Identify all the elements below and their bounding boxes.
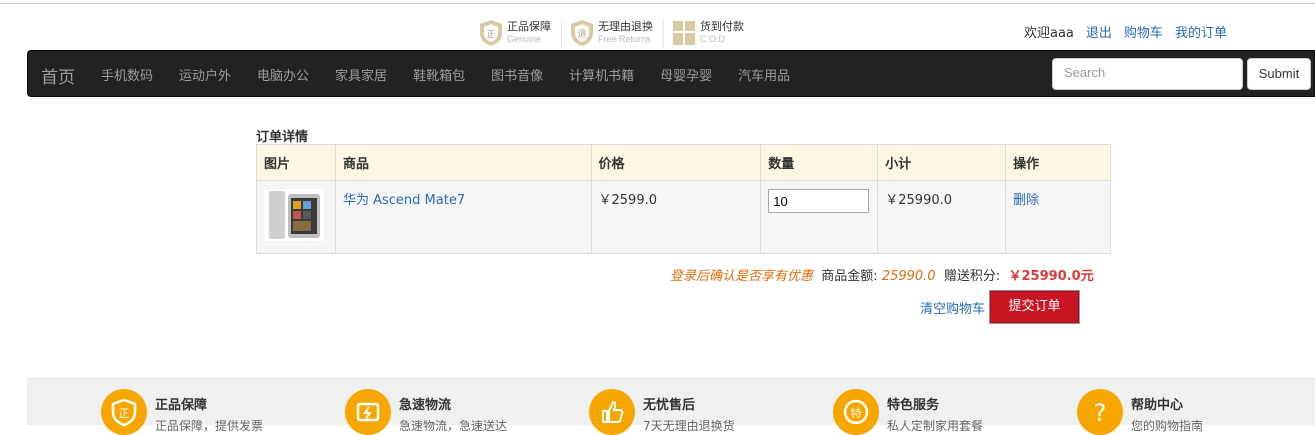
- fast-delivery-icon: [345, 389, 391, 435]
- quantity-input[interactable]: [768, 189, 870, 213]
- cart-table: 图片 商品 价格 数量 小计 操作 华为 Ascend Mate7 ￥2599.…: [256, 144, 1111, 254]
- nav-item-shoes-bags[interactable]: 鞋靴箱包: [413, 65, 465, 84]
- subtotal-cell: ￥25990.0: [877, 180, 1007, 254]
- svg-text:正: 正: [119, 407, 130, 420]
- divider: [561, 18, 562, 48]
- promise-subtitle: Free Returns: [598, 34, 651, 44]
- svg-text:?: ?: [1094, 399, 1107, 427]
- service-title: 无忧售后: [643, 398, 696, 413]
- search-input[interactable]: Search: [1052, 58, 1243, 90]
- quantity-cell: [760, 180, 879, 254]
- table-row: 华为 Ascend Mate7 ￥2599.0 ￥25990.0 删除: [256, 180, 1111, 254]
- total-value: ￥25990.0元: [1008, 269, 1094, 284]
- header-image: 图片: [256, 144, 336, 181]
- amount-value: 25990.0: [881, 269, 936, 284]
- service-title: 帮助中心: [1131, 398, 1184, 413]
- service-title: 急速物流: [399, 398, 452, 413]
- nav-item-outdoor[interactable]: 运动户外: [179, 65, 231, 84]
- svg-text:特: 特: [851, 406, 862, 420]
- product-thumbnail[interactable]: [264, 189, 324, 241]
- header-subtotal: 小计: [877, 144, 1007, 181]
- nav-item-auto[interactable]: 汽车用品: [738, 65, 790, 84]
- divider: [663, 18, 664, 48]
- footer-services: 正 正品保障 正品保障，提供发票 急速物流 急速物流，急速送达 无忧售后 7天无…: [27, 378, 1315, 435]
- shield-return-icon: 退: [571, 20, 593, 46]
- amount-label: 商品金额:: [821, 269, 878, 284]
- svg-text:退: 退: [577, 29, 586, 40]
- promise-title: 无理由退换: [598, 20, 653, 33]
- clear-cart-link[interactable]: 清空购物车: [920, 298, 985, 317]
- header-product: 商品: [334, 144, 592, 181]
- table-header-row: 图片 商品 价格 数量 小计 操作: [256, 144, 1111, 181]
- promise-returns: 退 无理由退换 Free Returns: [570, 18, 653, 48]
- logout-link[interactable]: 退出: [1086, 22, 1112, 41]
- special-service-icon: 特: [833, 389, 879, 435]
- nav-categories: 手机数码 运动户外 电脑办公 家具家居 鞋靴箱包 图书音像 计算机书籍 母婴孕婴…: [101, 65, 816, 84]
- service-desc: 您的购物指南: [1131, 419, 1204, 433]
- service-aftersales: 无忧售后 7天无理由退换货: [589, 389, 735, 435]
- header-quantity: 数量: [760, 144, 879, 181]
- header-price: 价格: [590, 144, 762, 181]
- search-submit-button[interactable]: Submit: [1247, 58, 1311, 90]
- submit-order-button[interactable]: 提交订单: [990, 291, 1079, 323]
- service-special: 特 特色服务 私人定制家用套餐: [833, 389, 983, 435]
- nav-item-phones[interactable]: 手机数码: [101, 65, 153, 84]
- nav-item-computers[interactable]: 电脑办公: [257, 65, 309, 84]
- product-name-cell: 华为 Ascend Mate7: [334, 180, 592, 254]
- nav-item-baby[interactable]: 母婴孕婴: [660, 65, 712, 84]
- nav-item-books-media[interactable]: 图书音像: [491, 65, 543, 84]
- service-desc: 急速物流，急速送达: [399, 419, 508, 433]
- genuine-icon: 正: [101, 389, 147, 435]
- service-desc: 正品保障，提供发票: [155, 419, 264, 433]
- user-links: 欢迎aaa 退出 购物车 我的订单: [1024, 22, 1227, 41]
- thumbs-up-icon: [589, 389, 635, 435]
- points-label: 赠送积分:: [943, 269, 1001, 284]
- product-image-cell: [256, 180, 336, 254]
- price-cell: ￥2599.0: [590, 180, 762, 254]
- service-desc: 私人定制家用套餐: [887, 419, 984, 433]
- nav-item-cs-books[interactable]: 计算机书籍: [569, 65, 634, 84]
- service-genuine: 正 正品保障 正品保障，提供发票: [101, 389, 263, 435]
- product-link[interactable]: 华为 Ascend Mate7: [343, 193, 465, 208]
- help-icon: ?: [1077, 389, 1123, 435]
- top-border: [0, 3, 1315, 4]
- promise-subtitle: C.O.D: [700, 34, 726, 44]
- gift-cod-icon: [673, 21, 695, 45]
- service-title: 正品保障: [155, 398, 208, 413]
- header-action: 操作: [1005, 144, 1111, 181]
- promo-notice: 登录后确认是否享有优惠: [670, 269, 814, 284]
- nav-item-furniture[interactable]: 家具家居: [335, 65, 387, 84]
- shield-genuine-icon: 正: [480, 20, 502, 46]
- order-title: 订单详情: [256, 130, 309, 145]
- service-delivery: 急速物流 急速物流，急速送达: [345, 389, 507, 435]
- service-title: 特色服务: [887, 398, 940, 413]
- delete-link[interactable]: 删除: [1013, 193, 1039, 208]
- service-desc: 7天无理由退换货: [643, 419, 735, 433]
- promise-title: 货到付款: [700, 20, 744, 33]
- promise-cod: 货到付款 C.O.D: [672, 18, 744, 48]
- my-orders-link[interactable]: 我的订单: [1175, 22, 1227, 41]
- cart-link[interactable]: 购物车: [1124, 22, 1163, 41]
- svg-text:正: 正: [486, 30, 495, 40]
- promise-genuine: 正 正品保障 Genuine: [479, 18, 551, 48]
- promise-subtitle: Genuine: [507, 34, 542, 44]
- navbar: 首页 手机数码 运动户外 电脑办公 家具家居 鞋靴箱包 图书音像 计算机书籍 母…: [27, 50, 1315, 97]
- promise-title: 正品保障: [507, 20, 551, 33]
- welcome-text: 欢迎aaa: [1024, 26, 1074, 41]
- action-cell: 删除: [1005, 180, 1111, 254]
- nav-home-link[interactable]: 首页: [41, 63, 75, 88]
- order-summary: 登录后确认是否享有优惠 商品金额: 25990.0 赠送积分: ￥25990.0…: [670, 265, 1094, 284]
- service-help: ? 帮助中心 您的购物指南: [1077, 389, 1203, 435]
